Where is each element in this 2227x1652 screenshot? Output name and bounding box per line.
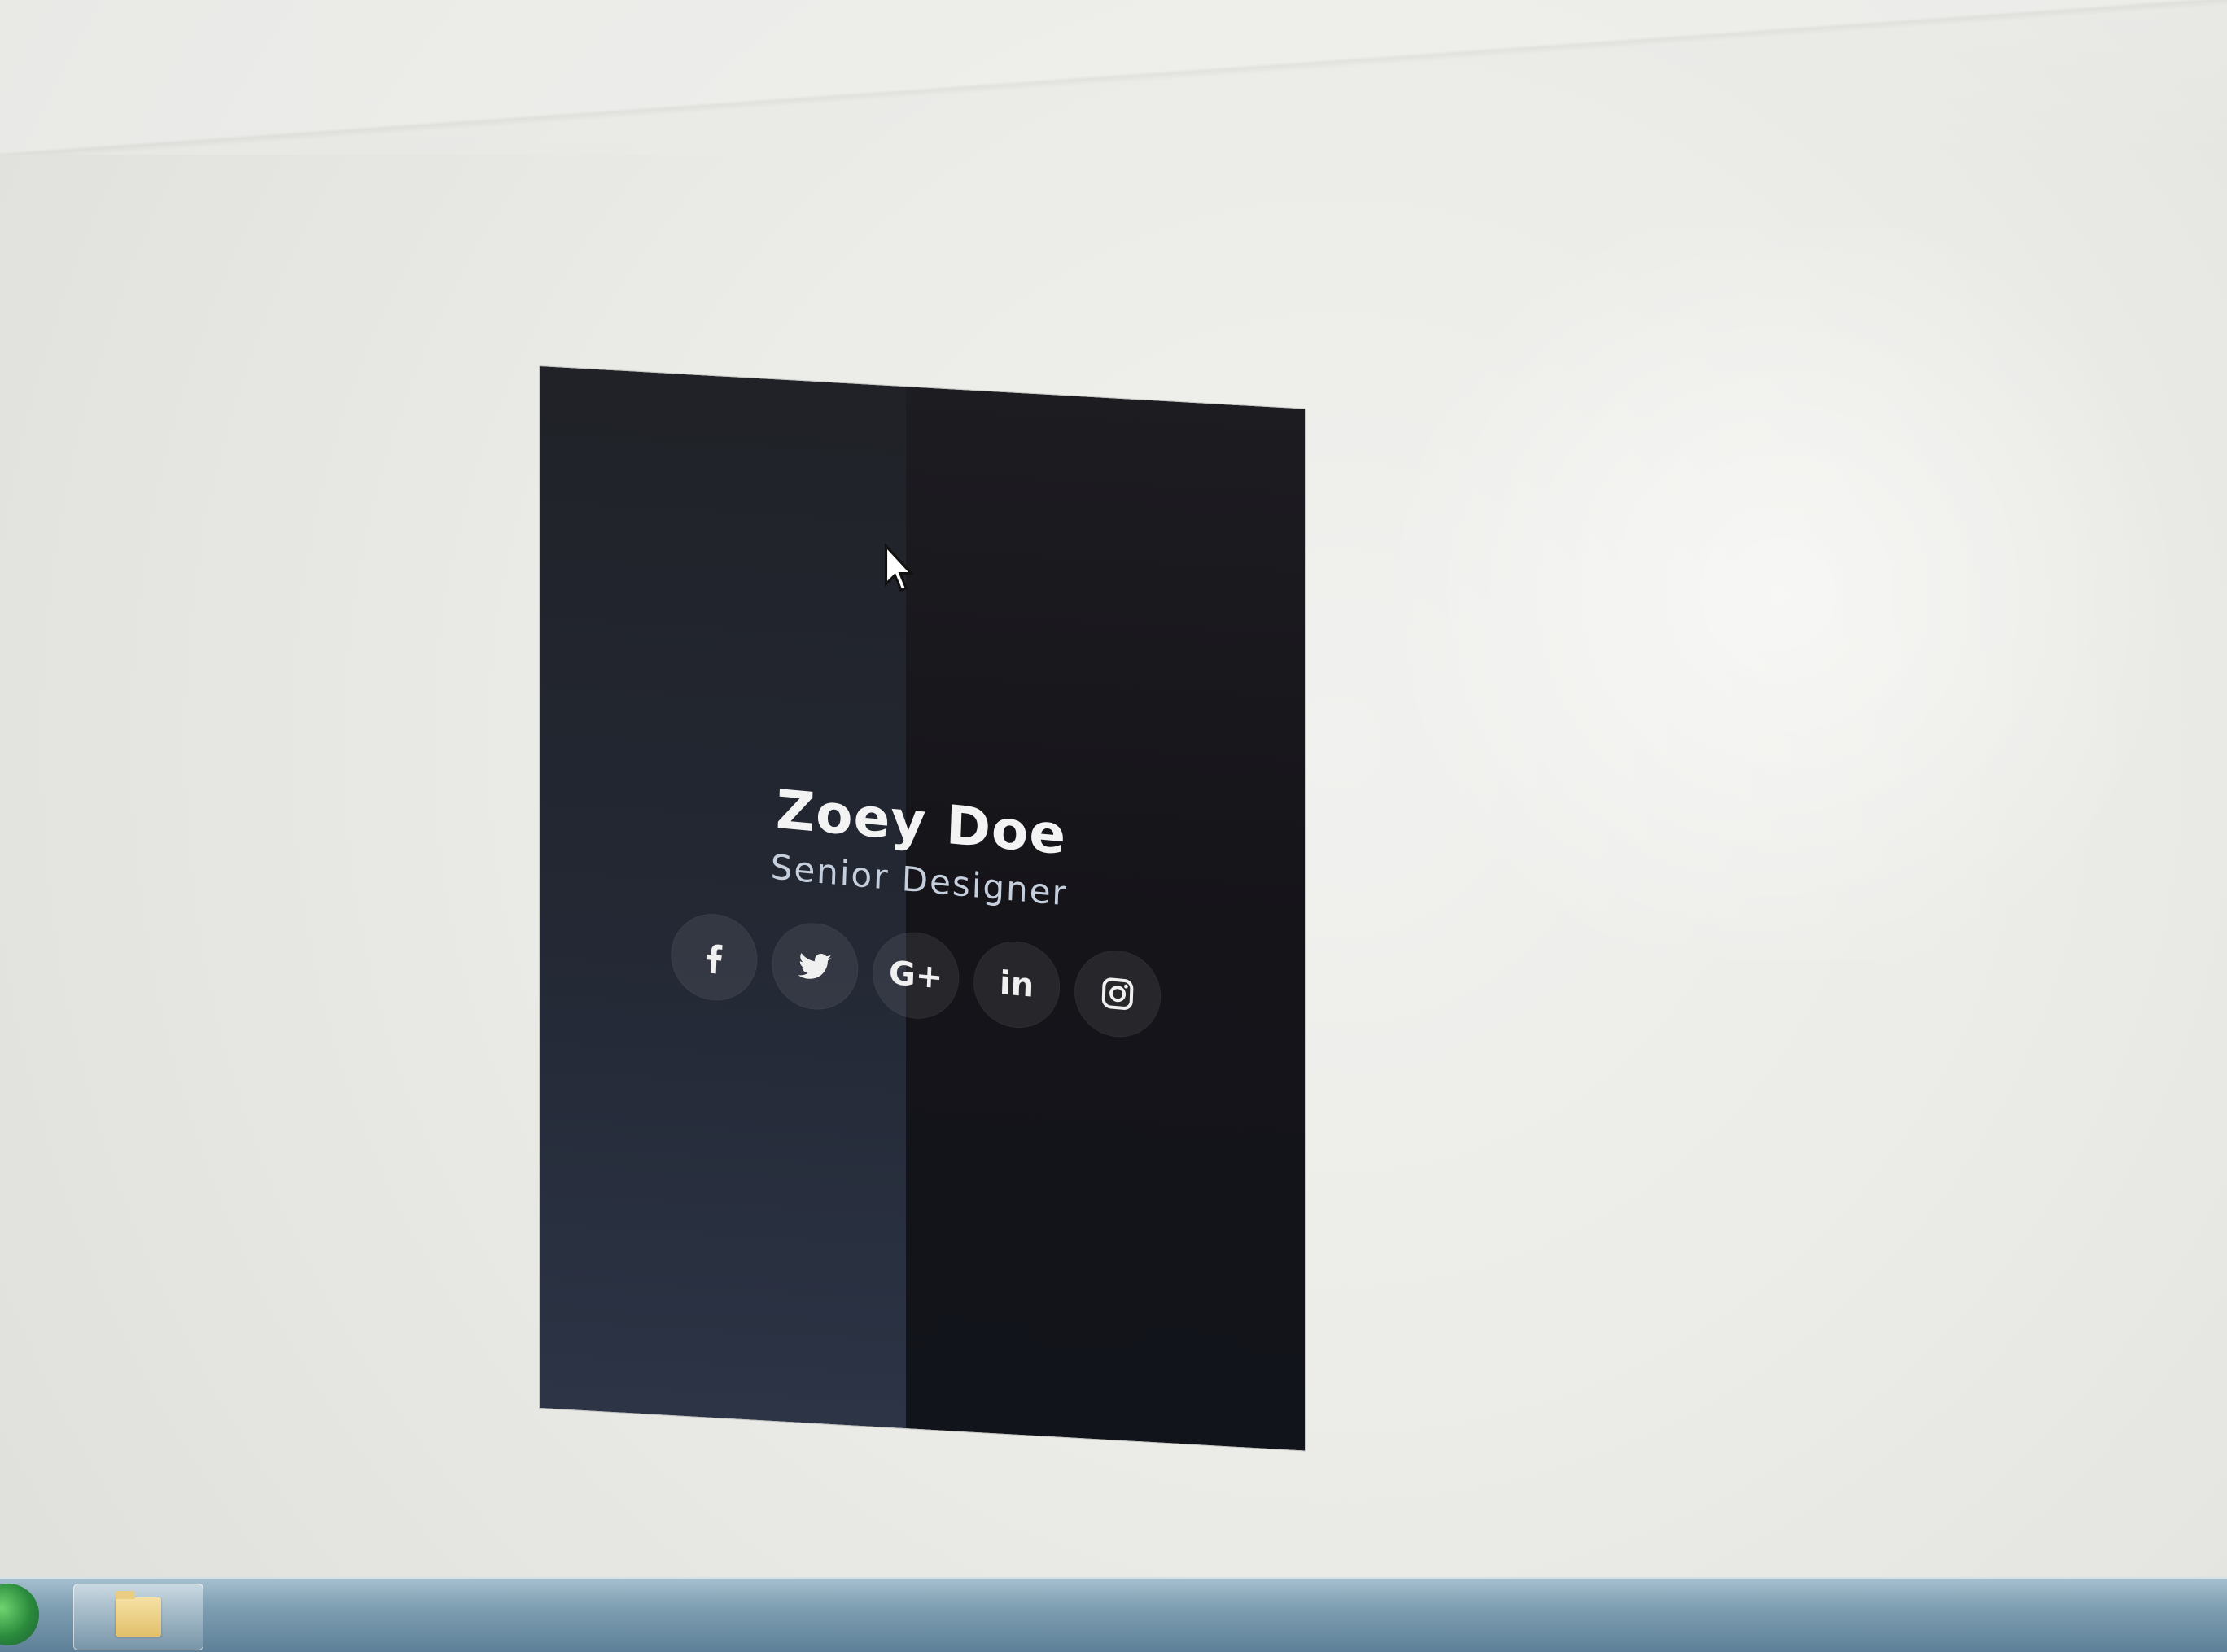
google-plus-button[interactable]: G+	[871, 929, 961, 1023]
linkedin-icon: in	[999, 964, 1035, 1006]
google-plus-icon: G+	[888, 955, 944, 997]
windows-start-icon[interactable]	[0, 1584, 39, 1645]
facebook-button[interactable]	[669, 910, 759, 1005]
linkedin-button[interactable]: in	[972, 937, 1061, 1032]
taskbar	[0, 1577, 2227, 1652]
desktop-screen: { "profile_card": { "name": "Zoey Doe", …	[0, 0, 2227, 1652]
monitor-bezel-edge	[0, 0, 2227, 155]
twitter-button[interactable]	[770, 920, 860, 1014]
profile-card: Zoey Doe Senior Designer G+ in	[540, 366, 1305, 1451]
folder-icon	[116, 1591, 161, 1637]
instagram-icon	[1101, 977, 1134, 1011]
instagram-button[interactable]	[1073, 946, 1162, 1042]
taskbar-explorer-button[interactable]	[73, 1584, 203, 1650]
screen-glare	[1332, 228, 2227, 960]
facebook-icon	[706, 944, 723, 974]
twitter-icon	[798, 953, 832, 980]
